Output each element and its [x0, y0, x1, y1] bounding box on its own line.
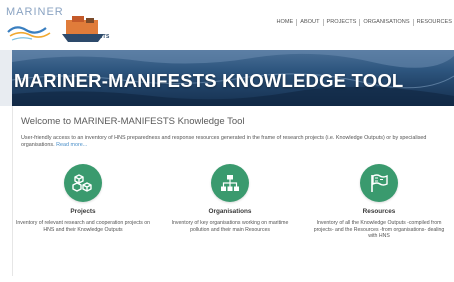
logo-graphic-icon [7, 16, 104, 42]
feature-organisations: Organisations Inventory of key organisat… [160, 164, 300, 233]
read-more-link[interactable]: Read more... [56, 142, 87, 148]
feature-projects: Projects Inventory of relevant research … [13, 164, 153, 233]
mariner-manifests-logo[interactable]: MARINER MANIFESTS [6, 6, 116, 46]
feature-desc-organisations: Inventory of key organisations working o… [171, 220, 289, 233]
banner-edge [0, 50, 12, 106]
feature-title-projects[interactable]: Projects [13, 208, 153, 215]
feature-title-resources[interactable]: Resources [309, 208, 449, 215]
cubes-icon[interactable] [64, 164, 102, 202]
nav-resources[interactable]: RESOURCES [414, 19, 452, 26]
intro-text: User-friendly access to an inventory of … [21, 135, 451, 149]
banner-title: MARINER-MANIFESTS KNOWLEDGE TOOL [14, 70, 404, 91]
nav-about[interactable]: ABOUT [297, 19, 324, 26]
nav-organisations[interactable]: ORGANISATIONS [360, 19, 414, 26]
sitemap-icon[interactable] [211, 164, 249, 202]
feature-resources: Resources Inventory of all the Knowledge… [309, 164, 449, 240]
feature-title-organisations[interactable]: Organisations [160, 208, 300, 215]
feature-desc-resources: Inventory of all the Knowledge Outputs -… [313, 220, 445, 240]
nav-home[interactable]: HOME [273, 19, 298, 26]
main-nav: HOME ABOUT PROJECTS ORGANISATIONS RESOUR… [273, 19, 452, 26]
welcome-heading: Welcome to MARINER-MANIFESTS Knowledge T… [21, 116, 245, 127]
flag-icon[interactable] [360, 164, 398, 202]
feature-desc-projects: Inventory of relevant research and coope… [15, 220, 151, 233]
main-content: Welcome to MARINER-MANIFESTS Knowledge T… [12, 106, 454, 276]
site-header: MARINER MANIFESTS HOME ABOUT PROJECTS OR… [0, 0, 454, 50]
hero-banner: MARINER-MANIFESTS KNOWLEDGE TOOL [12, 50, 454, 106]
nav-projects[interactable]: PROJECTS [324, 19, 361, 26]
logo-subtext: MANIFESTS [78, 34, 110, 40]
